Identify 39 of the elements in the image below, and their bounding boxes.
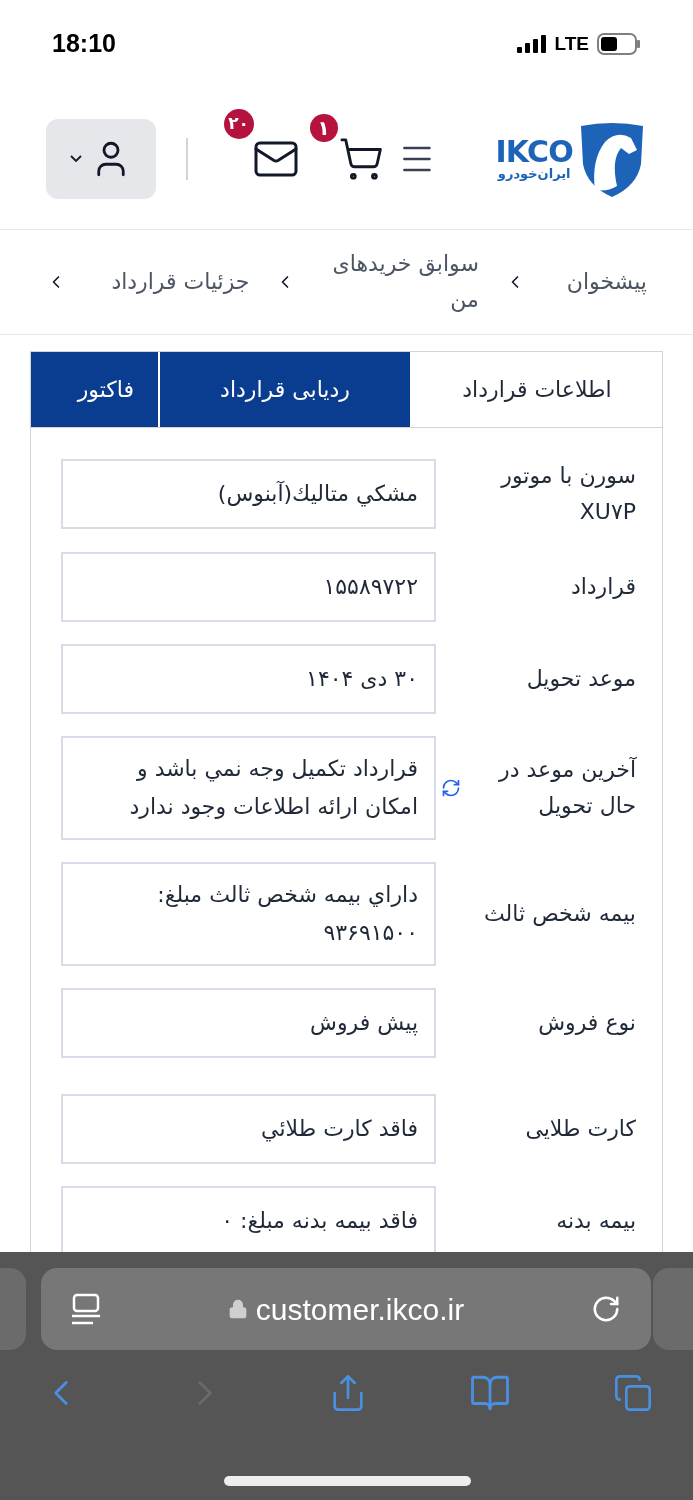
tab[interactable]: فاکتور: [31, 352, 158, 427]
caret-icon: [69, 155, 82, 162]
battery-icon: [597, 33, 641, 55]
reload-icon[interactable]: [591, 1294, 621, 1324]
breadcrumb-link[interactable]: جزئیات قرارداد: [92, 264, 250, 300]
field-label: سورن با موتور XU۷P: [499, 462, 636, 526]
value-field: ۳۰ دی ۱۴۰۴: [61, 644, 436, 714]
refresh-icon[interactable]: [441, 778, 461, 798]
field-label: کارت طلایی: [524, 1115, 636, 1143]
value-field: فاقد کارت طلائي: [61, 1094, 436, 1164]
field-label: آخرین موعد در حال تحویل: [497, 755, 636, 820]
cart-count-badge: ۱: [309, 113, 338, 142]
signal-icon: [516, 35, 547, 53]
reader-icon[interactable]: [71, 1293, 101, 1325]
field-label: موعد تحویل: [525, 665, 636, 693]
status-time: 18:10: [52, 28, 116, 60]
value-field: قرارداد تكميل وجه نمي باشد و امکان ارائه اطلاعات وجود ندارد: [61, 736, 436, 840]
lock-icon: [227, 1299, 248, 1319]
tabs-icon[interactable]: [613, 1373, 653, 1413]
field-label: بیمه بدنه: [555, 1207, 636, 1235]
value-field: ۱۵۵۸۹۷۲۲: [61, 552, 436, 622]
url-text: customer.ikco.ir: [255, 1291, 465, 1328]
network-label: LTE: [554, 31, 589, 56]
breadcrumb-link[interactable]: پیشخوان: [550, 264, 647, 300]
value-field: داراي بيمه شخص ثالث مبلغ: ۹۳۶۹۱۵۰۰: [61, 862, 436, 966]
field-label: قرارداد: [569, 573, 636, 601]
tab[interactable]: ردیابی قرارداد: [160, 352, 410, 427]
logo-text: IKCO: [495, 137, 573, 167]
breadcrumb-link[interactable]: سوابق خریدهای من: [321, 246, 479, 318]
field-label: نوع فروش: [537, 1009, 636, 1037]
mail-count-badge: ۲۰: [223, 108, 254, 139]
value-field: مشكي متاليك(آبنوس): [61, 459, 436, 529]
logo-subtext: ایران‌خودرو: [497, 167, 571, 180]
value-field: پیش فروش: [61, 988, 436, 1058]
mail-button[interactable]: ۲۰: [223, 108, 300, 183]
field-label: بیمه شخص ثالث: [483, 900, 636, 928]
address-bar[interactable]: customer.ikco.ir: [41, 1268, 651, 1350]
cart-button[interactable]: ۱: [309, 113, 384, 182]
account-button[interactable]: [46, 118, 156, 199]
